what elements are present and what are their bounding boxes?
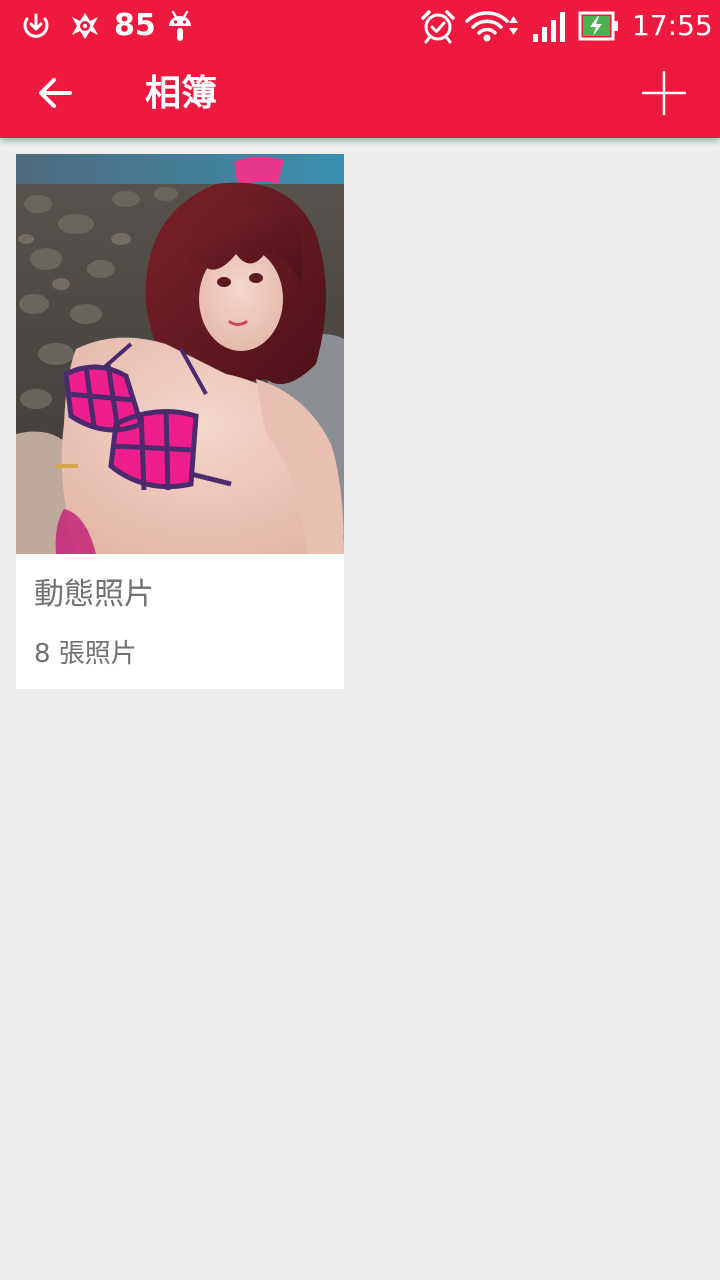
alarm-icon <box>419 8 457 44</box>
battery-charging-icon <box>578 8 620 44</box>
album-cover-image <box>16 154 344 554</box>
back-button[interactable] <box>16 63 96 127</box>
wifi-icon <box>464 8 522 44</box>
page-title: 相簿 <box>145 73 218 114</box>
app-bar: 相簿 <box>0 52 720 138</box>
android-robot-icon <box>164 8 196 44</box>
status-bar: 85 17:55 <box>0 0 720 52</box>
arrow-left-icon <box>36 73 76 117</box>
clock-time: 17:55 <box>632 9 713 42</box>
album-photo-count: 8 張照片 <box>34 639 137 669</box>
add-album-button[interactable] <box>628 59 700 131</box>
album-card[interactable]: 動態照片 8 張照片 <box>16 154 344 689</box>
bug-logo-icon <box>66 8 104 44</box>
album-name: 動態照片 <box>34 577 154 612</box>
signal-icon <box>531 8 567 44</box>
download-circle-icon <box>18 8 54 44</box>
plus-icon <box>640 69 688 121</box>
notification-count: 85 <box>114 8 156 43</box>
